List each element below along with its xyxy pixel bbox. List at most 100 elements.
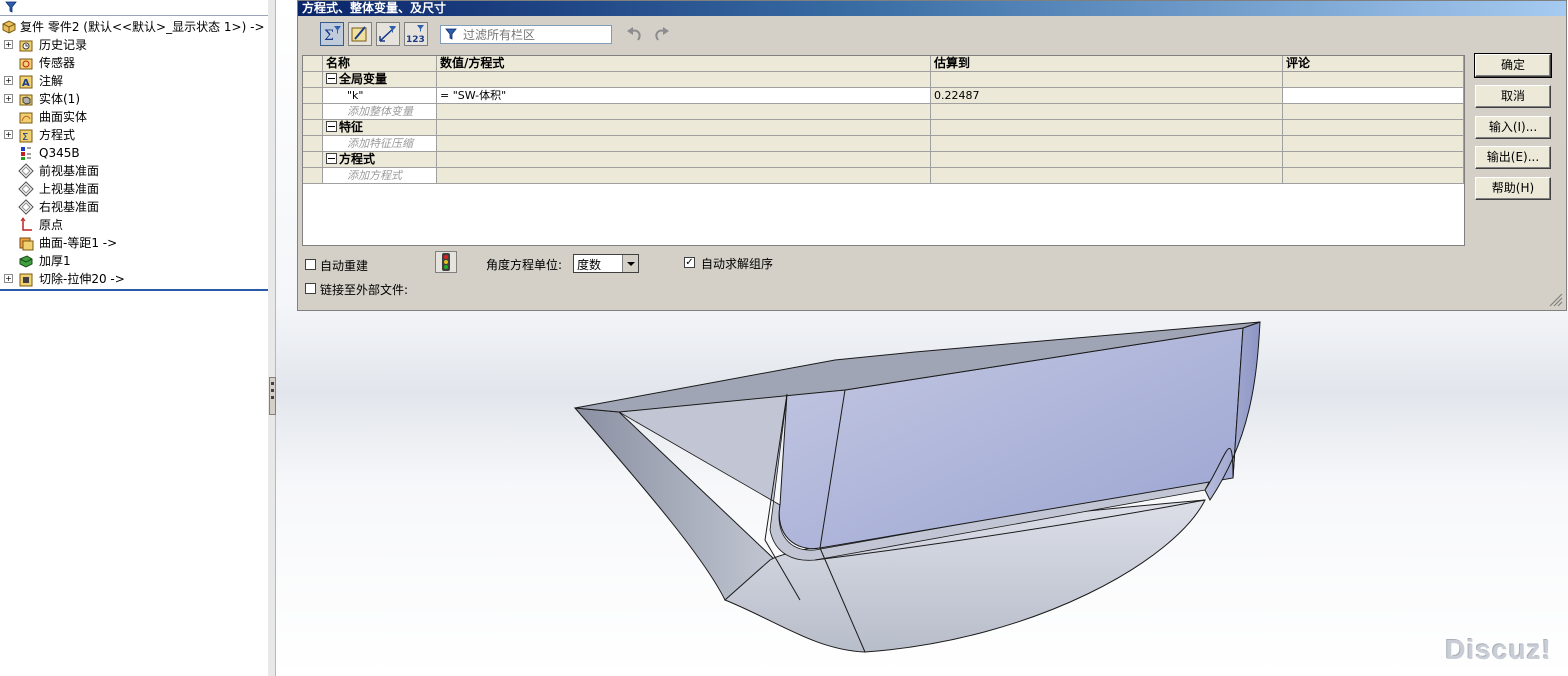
column-header[interactable]: 数值/方程式 bbox=[437, 56, 931, 72]
svg-text:A: A bbox=[22, 78, 30, 89]
angle-unit-label: 角度方程单位: bbox=[486, 258, 563, 272]
empty-cell[interactable] bbox=[437, 136, 931, 152]
variable-name-cell[interactable]: "k" bbox=[323, 88, 437, 104]
collapse-icon[interactable] bbox=[326, 153, 337, 164]
expand-toggle-icon[interactable]: + bbox=[4, 130, 13, 139]
empty-cell[interactable] bbox=[931, 104, 1283, 120]
svg-text:123: 123 bbox=[406, 35, 425, 45]
link-external-checkbox[interactable] bbox=[305, 283, 316, 294]
ordered-view-icon: 123 bbox=[406, 25, 425, 45]
column-header[interactable]: 估算到 bbox=[931, 56, 1283, 72]
svg-text:Σ: Σ bbox=[324, 28, 334, 44]
dropdown-arrow-icon[interactable] bbox=[622, 255, 638, 272]
column-header[interactable]: 名称 bbox=[323, 56, 437, 72]
column-header[interactable]: 评论 bbox=[1283, 56, 1464, 72]
expand-toggle-icon[interactable]: + bbox=[4, 94, 13, 103]
evaluates-to-cell: 0.22487 bbox=[931, 88, 1283, 104]
expand-toggle-icon[interactable]: + bbox=[4, 40, 13, 49]
section-filler bbox=[1283, 72, 1464, 88]
section-header[interactable]: 方程式 bbox=[323, 152, 437, 168]
sketch-equation-view-button[interactable] bbox=[348, 22, 372, 46]
row-selector[interactable] bbox=[303, 152, 323, 168]
section-header[interactable]: 特征 bbox=[323, 120, 437, 136]
resize-grip-icon[interactable] bbox=[1549, 293, 1563, 307]
rollback-bar[interactable] bbox=[0, 289, 268, 291]
sensor-icon bbox=[19, 58, 33, 70]
redo-icon[interactable] bbox=[650, 25, 672, 45]
tree-item-label: 实体(1) bbox=[39, 92, 80, 106]
dialog-title[interactable]: 方程式、整体变量、及尺寸 bbox=[298, 1, 1566, 16]
section-filler bbox=[437, 120, 931, 136]
expand-toggle-icon[interactable]: + bbox=[4, 274, 13, 283]
section-filler bbox=[1283, 152, 1464, 168]
svg-text:Σ: Σ bbox=[22, 132, 28, 143]
tree-item-label: 曲面-等距1 -> bbox=[39, 236, 118, 250]
tree-item-label: 右视基准面 bbox=[39, 200, 100, 214]
expand-toggle-icon[interactable]: + bbox=[4, 76, 13, 85]
sketch-equation-icon bbox=[351, 26, 367, 42]
help-button[interactable]: 帮助(H) bbox=[1475, 177, 1551, 200]
row-selector[interactable] bbox=[303, 72, 323, 88]
watermark-text: Discuz! bbox=[1445, 634, 1552, 665]
empty-cell[interactable] bbox=[437, 104, 931, 120]
empty-cell[interactable] bbox=[1283, 136, 1464, 152]
auto-solve-order-checkbox[interactable]: ✓ bbox=[684, 257, 695, 268]
row-selector[interactable] bbox=[303, 136, 323, 152]
tree-item-label: 曲面实体 bbox=[39, 110, 88, 124]
tree-filter-bar[interactable] bbox=[0, 0, 268, 16]
filter-funnel-icon[interactable] bbox=[5, 1, 17, 13]
empty-cell[interactable] bbox=[437, 168, 931, 184]
filter-input[interactable] bbox=[463, 27, 603, 42]
part-icon bbox=[2, 20, 16, 34]
auto-rebuild-checkbox[interactable] bbox=[305, 259, 316, 270]
row-selector[interactable] bbox=[303, 168, 323, 184]
collapse-icon[interactable] bbox=[326, 73, 337, 84]
tree-item-label: 原点 bbox=[39, 218, 64, 232]
row-selector[interactable] bbox=[303, 88, 323, 104]
section-filler bbox=[931, 120, 1283, 136]
row-selector[interactable] bbox=[303, 104, 323, 120]
row-selector-header[interactable] bbox=[303, 56, 323, 72]
equations-grid[interactable]: 名称 数值/方程式 估算到 评论全局变量 "k" = "SW-体积" 0.22487 添加整体… bbox=[302, 55, 1465, 246]
angle-unit-select[interactable]: 度数 bbox=[573, 254, 639, 273]
plane-icon bbox=[18, 199, 34, 215]
thicken-icon bbox=[19, 255, 33, 268]
value-equation-cell[interactable]: = "SW-体积" bbox=[437, 88, 931, 104]
filter-all-fields-box[interactable] bbox=[440, 25, 612, 44]
row-selector[interactable] bbox=[303, 120, 323, 136]
empty-cell[interactable] bbox=[931, 168, 1283, 184]
undo-icon[interactable] bbox=[624, 25, 646, 45]
auto-rebuild-label: 自动重建 bbox=[320, 259, 369, 273]
auto-solve-order-label: 自动求解组序 bbox=[701, 257, 774, 271]
rebuild-status-button[interactable] bbox=[435, 251, 457, 273]
collapse-icon[interactable] bbox=[326, 121, 337, 132]
splitter-grip-handle[interactable] bbox=[269, 377, 276, 415]
add-row-cell[interactable]: 添加方程式 bbox=[323, 168, 437, 184]
import-button[interactable]: 输入(I)... bbox=[1475, 116, 1551, 139]
add-row-cell[interactable]: 添加整体变量 bbox=[323, 104, 437, 120]
panel-splitter[interactable] bbox=[268, 0, 276, 676]
dimension-view-button[interactable] bbox=[376, 22, 400, 46]
cancel-button[interactable]: 取消 bbox=[1475, 85, 1551, 108]
link-external-label: 链接至外部文件: bbox=[320, 283, 409, 297]
traffic-light-icon bbox=[442, 253, 450, 271]
annotation-icon: A bbox=[19, 75, 33, 89]
comment-cell[interactable] bbox=[1283, 88, 1464, 104]
section-filler bbox=[437, 152, 931, 168]
export-button[interactable]: 输出(E)... bbox=[1475, 146, 1551, 169]
equation-view-button[interactable]: Σ bbox=[320, 22, 344, 46]
tree-item-label: 注解 bbox=[39, 74, 64, 88]
ordered-view-button[interactable]: 123 bbox=[404, 22, 428, 46]
add-row-cell[interactable]: 添加特征压缩 bbox=[323, 136, 437, 152]
ok-button[interactable]: 确定 bbox=[1474, 53, 1552, 78]
empty-cell[interactable] bbox=[931, 136, 1283, 152]
section-title: 全局变量 bbox=[339, 72, 388, 86]
equation-view-icon: Σ bbox=[324, 26, 341, 44]
empty-cell[interactable] bbox=[1283, 104, 1464, 120]
cut-extrude-icon bbox=[19, 273, 33, 287]
section-filler bbox=[437, 72, 931, 88]
empty-cell[interactable] bbox=[1283, 168, 1464, 184]
section-header[interactable]: 全局变量 bbox=[323, 72, 437, 88]
section-title: 方程式 bbox=[339, 152, 376, 166]
filter-funnel-icon bbox=[445, 28, 457, 40]
